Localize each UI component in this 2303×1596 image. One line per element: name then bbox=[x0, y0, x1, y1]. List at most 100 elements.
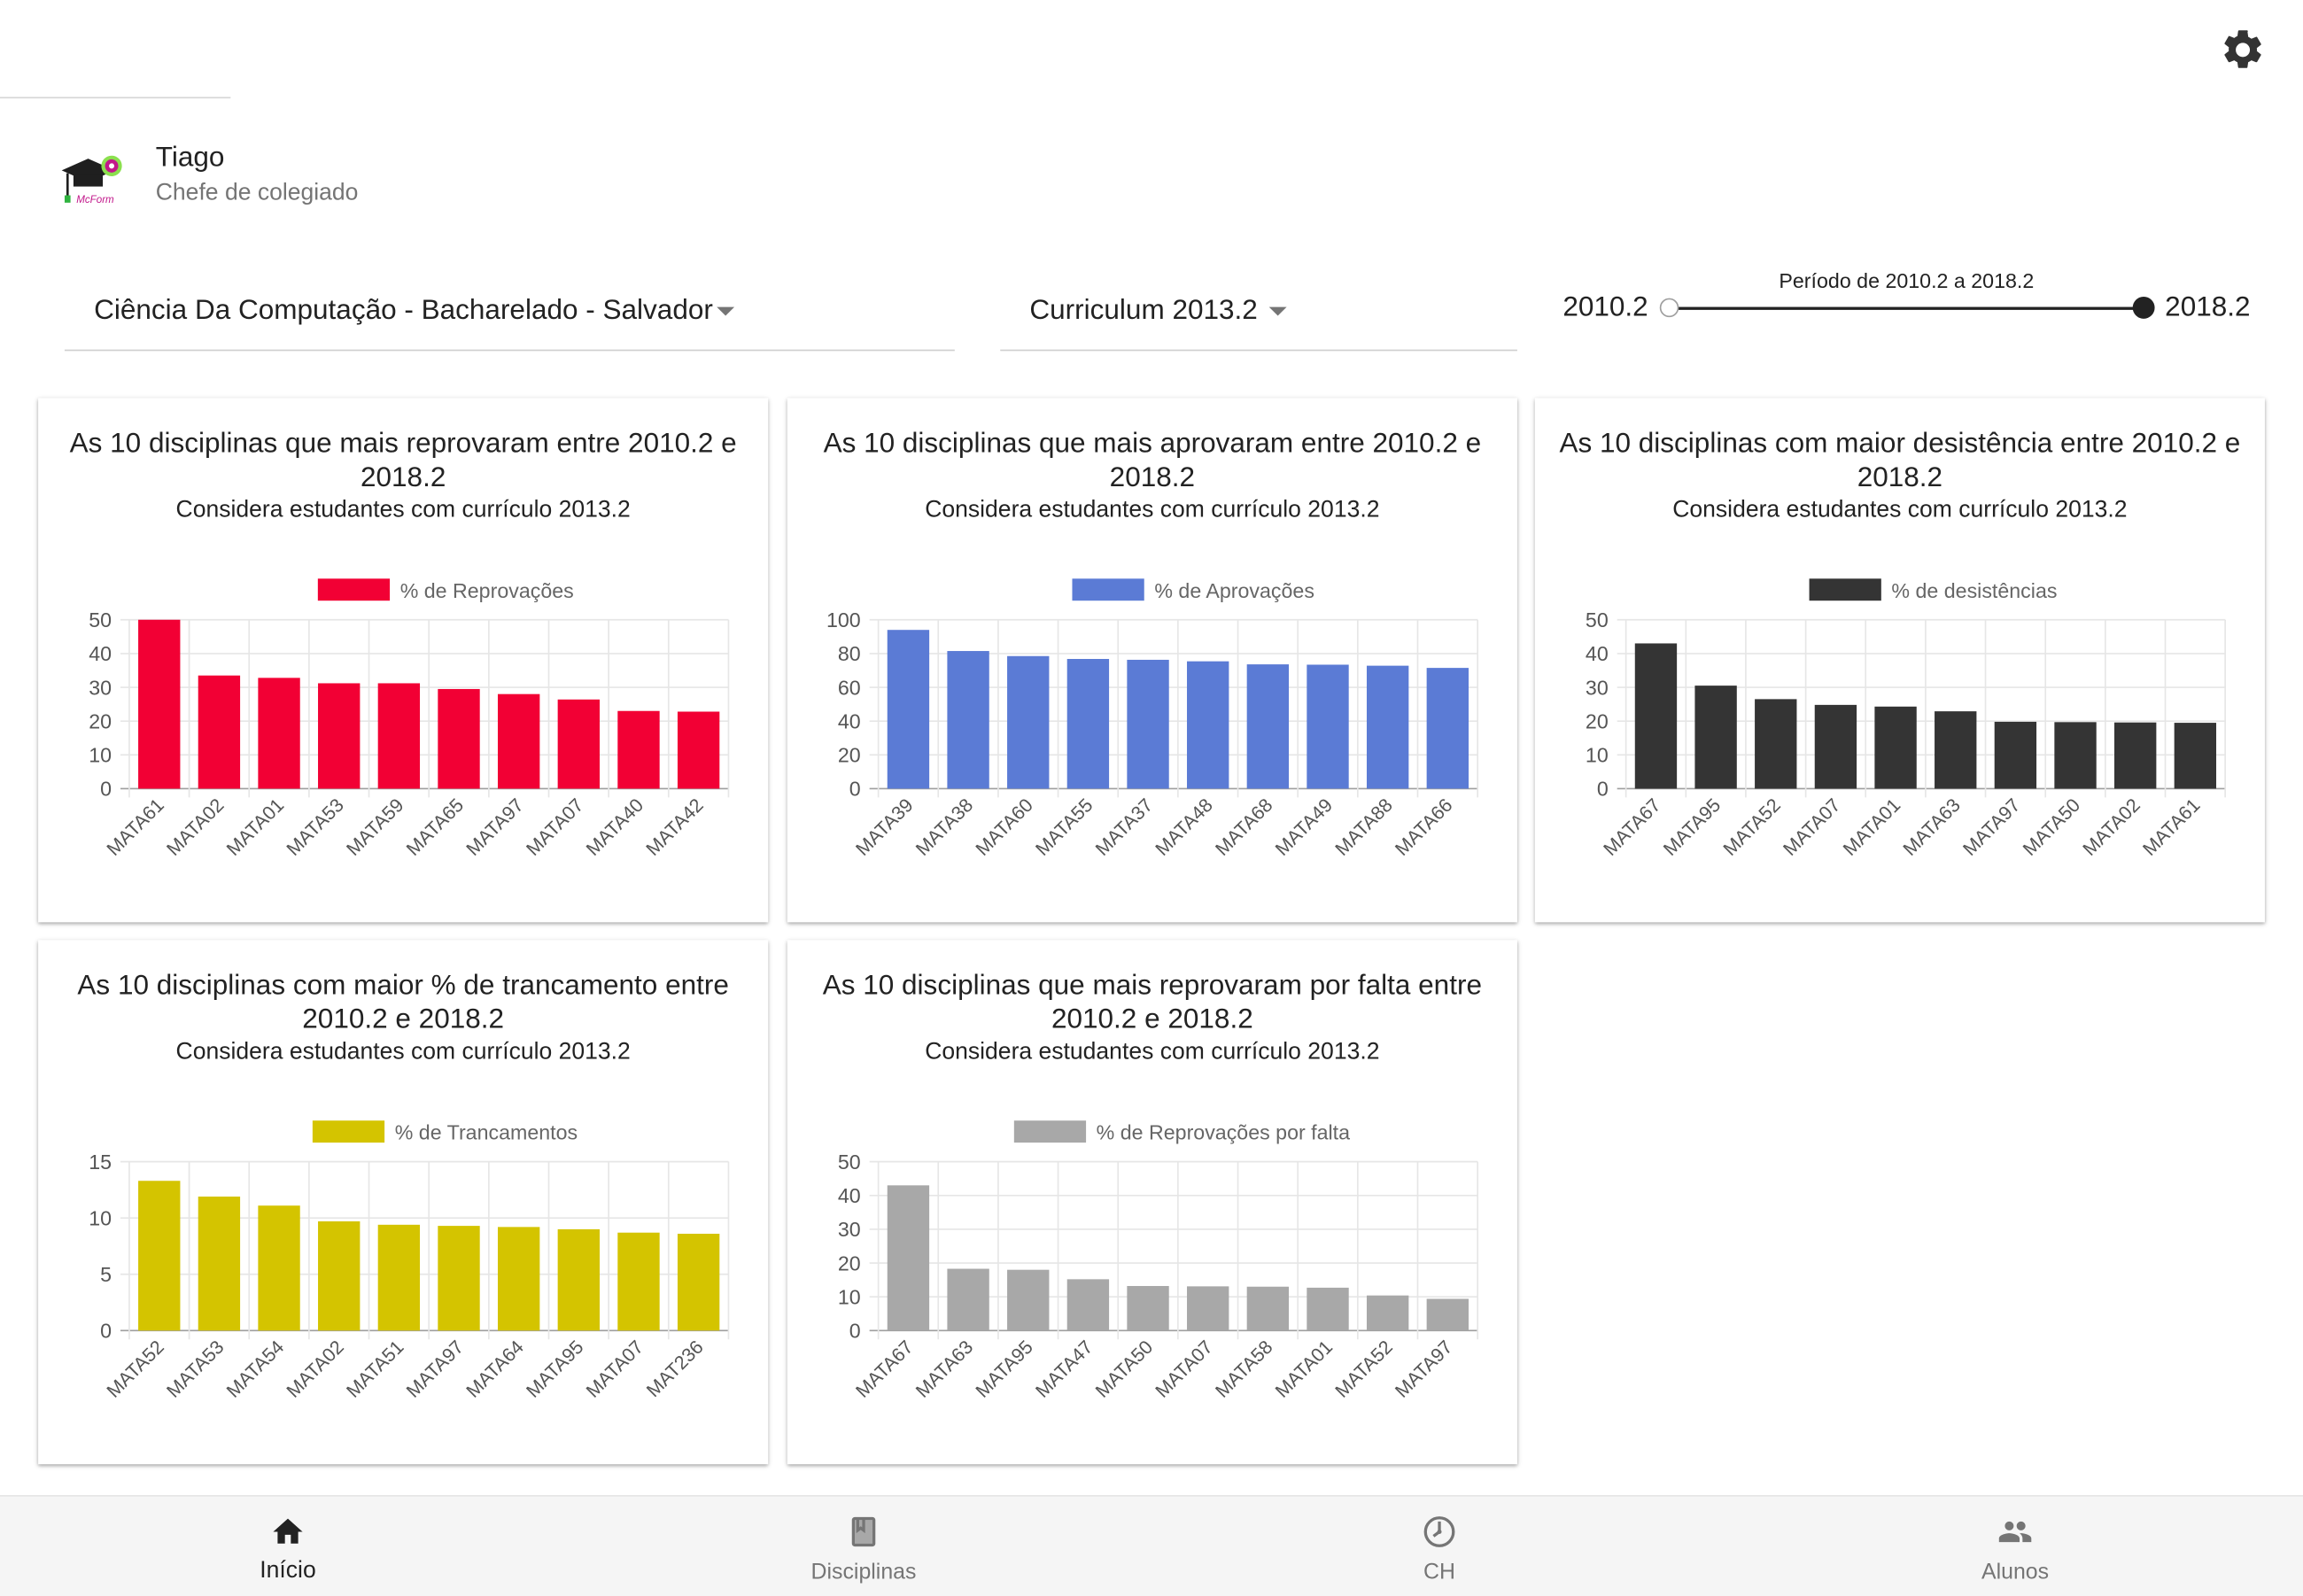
bar bbox=[677, 711, 720, 789]
nav-item-inicio[interactable]: Início bbox=[141, 1497, 435, 1596]
nav-item-disciplinas[interactable]: Disciplinas bbox=[717, 1497, 1011, 1596]
bar bbox=[1066, 659, 1110, 789]
bar bbox=[2054, 722, 2097, 789]
period-end-label: 2018.2 bbox=[2165, 291, 2251, 323]
bar bbox=[318, 1221, 361, 1331]
y-tick-label: 40 bbox=[838, 1184, 861, 1207]
x-tick-label: MATA95 bbox=[522, 1336, 588, 1402]
bar bbox=[1246, 1286, 1290, 1331]
period-end-handle[interactable] bbox=[2132, 296, 2155, 319]
y-tick-label: 50 bbox=[838, 1151, 861, 1174]
bar bbox=[497, 693, 540, 789]
course-select-value: Ciência Da Computação - Bacharelado - Sa… bbox=[94, 295, 713, 327]
x-tick-label: MATA52 bbox=[1718, 794, 1785, 860]
y-tick-label: 50 bbox=[1586, 608, 1609, 631]
bar bbox=[1935, 711, 1977, 789]
bar bbox=[198, 1197, 241, 1331]
bar bbox=[617, 1232, 660, 1331]
bar bbox=[557, 1228, 601, 1331]
x-tick-label: MATA51 bbox=[342, 1336, 408, 1402]
x-tick-label: MATA40 bbox=[581, 794, 647, 860]
bar bbox=[1426, 1298, 1469, 1331]
period-start-handle[interactable] bbox=[1659, 298, 1679, 318]
nav-label: Alunos bbox=[1981, 1560, 2050, 1585]
y-tick-label: 20 bbox=[1586, 709, 1609, 732]
user-role: Chefe de colegiado bbox=[155, 180, 359, 206]
x-tick-label: MATA37 bbox=[1091, 794, 1158, 860]
bar-chart: % de Reprovações01020304050MATA61MATA02M… bbox=[89, 578, 730, 860]
bar bbox=[1307, 1287, 1349, 1331]
legend-swatch bbox=[1013, 1120, 1087, 1143]
header-divider bbox=[0, 97, 231, 99]
x-tick-label: MATA53 bbox=[162, 1336, 229, 1402]
x-tick-label: MATA61 bbox=[102, 794, 168, 860]
y-tick-label: 100 bbox=[826, 608, 861, 631]
bar bbox=[1127, 659, 1169, 789]
x-tick-label: MATA95 bbox=[971, 1336, 1037, 1402]
period-start-label: 2010.2 bbox=[1562, 291, 1648, 323]
x-tick-label: MATA01 bbox=[1839, 794, 1905, 860]
home-icon bbox=[273, 1518, 303, 1544]
bar bbox=[377, 683, 421, 789]
bar bbox=[947, 651, 989, 789]
y-tick-label: 30 bbox=[1586, 676, 1609, 699]
y-tick-label: 80 bbox=[838, 642, 861, 665]
x-tick-label: MATA97 bbox=[1958, 794, 2025, 860]
bar bbox=[557, 699, 601, 789]
y-tick-label: 40 bbox=[838, 709, 861, 732]
bar bbox=[497, 1227, 540, 1331]
y-tick-label: 40 bbox=[89, 642, 112, 665]
bar bbox=[887, 1185, 930, 1331]
bar bbox=[1426, 668, 1469, 789]
x-tick-label: MATA47 bbox=[1031, 1336, 1097, 1402]
x-tick-label: MATA07 bbox=[581, 1336, 647, 1402]
legend-swatch bbox=[1809, 578, 1881, 601]
x-tick-label: MATA50 bbox=[2019, 794, 2085, 860]
bar bbox=[1874, 706, 1917, 789]
x-tick-label: MATA64 bbox=[461, 1336, 528, 1402]
bar bbox=[438, 1226, 480, 1331]
x-tick-label: MATA68 bbox=[1211, 794, 1277, 860]
x-tick-label: MATA95 bbox=[1659, 794, 1725, 860]
bar bbox=[1755, 699, 1797, 789]
y-tick-label: 0 bbox=[100, 778, 112, 801]
x-tick-label: MATA65 bbox=[402, 794, 469, 860]
y-tick-label: 40 bbox=[1586, 642, 1609, 665]
y-tick-label: 30 bbox=[838, 1218, 861, 1241]
chart-card-aprovacoes: As 10 disciplinas que mais aprovaram ent… bbox=[787, 398, 1517, 923]
bar bbox=[438, 688, 480, 789]
curriculum-select[interactable]: Curriculum 2013.2 bbox=[1000, 276, 1517, 352]
x-tick-label: MATA67 bbox=[851, 1336, 918, 1402]
bottom-navigation: Início Disciplinas CH Alunos bbox=[0, 1495, 2303, 1596]
x-tick-label: MATA52 bbox=[1330, 1336, 1397, 1402]
x-tick-label: MATA53 bbox=[282, 794, 348, 860]
course-select[interactable]: Ciência Da Computação - Bacharelado - Sa… bbox=[64, 276, 955, 352]
y-tick-label: 0 bbox=[1597, 778, 1609, 801]
period-slider-track[interactable] bbox=[1671, 306, 2144, 310]
people-icon bbox=[1998, 1521, 2032, 1543]
y-tick-label: 0 bbox=[849, 778, 861, 801]
book-icon bbox=[851, 1516, 876, 1547]
x-tick-label: MATA58 bbox=[1211, 1336, 1277, 1402]
bar bbox=[1187, 661, 1229, 789]
y-tick-label: 20 bbox=[89, 709, 112, 732]
bar bbox=[377, 1224, 421, 1331]
chart-card-reprovacoes-falta: As 10 disciplinas que mais reprovaram po… bbox=[787, 940, 1517, 1465]
bar bbox=[2174, 723, 2217, 789]
y-tick-label: 5 bbox=[100, 1263, 112, 1286]
nav-label: CH bbox=[1423, 1560, 1455, 1585]
x-tick-label: MATA50 bbox=[1091, 1336, 1158, 1402]
y-tick-label: 10 bbox=[89, 1206, 112, 1229]
nav-item-ch[interactable]: CH bbox=[1292, 1497, 1586, 1596]
x-tick-label: MATA61 bbox=[2138, 794, 2205, 860]
chart-card-trancamentos: As 10 disciplinas com maior % de trancam… bbox=[38, 940, 769, 1465]
y-tick-label: 60 bbox=[838, 676, 861, 699]
x-tick-label: MATA49 bbox=[1270, 794, 1337, 860]
bar bbox=[1246, 664, 1290, 789]
bar bbox=[1994, 721, 2037, 789]
gear-icon[interactable] bbox=[2220, 27, 2267, 74]
bar bbox=[2114, 722, 2157, 789]
nav-item-alunos[interactable]: Alunos bbox=[1868, 1497, 2162, 1596]
curriculum-select-value: Curriculum 2013.2 bbox=[1029, 295, 1258, 327]
bar bbox=[617, 710, 660, 789]
